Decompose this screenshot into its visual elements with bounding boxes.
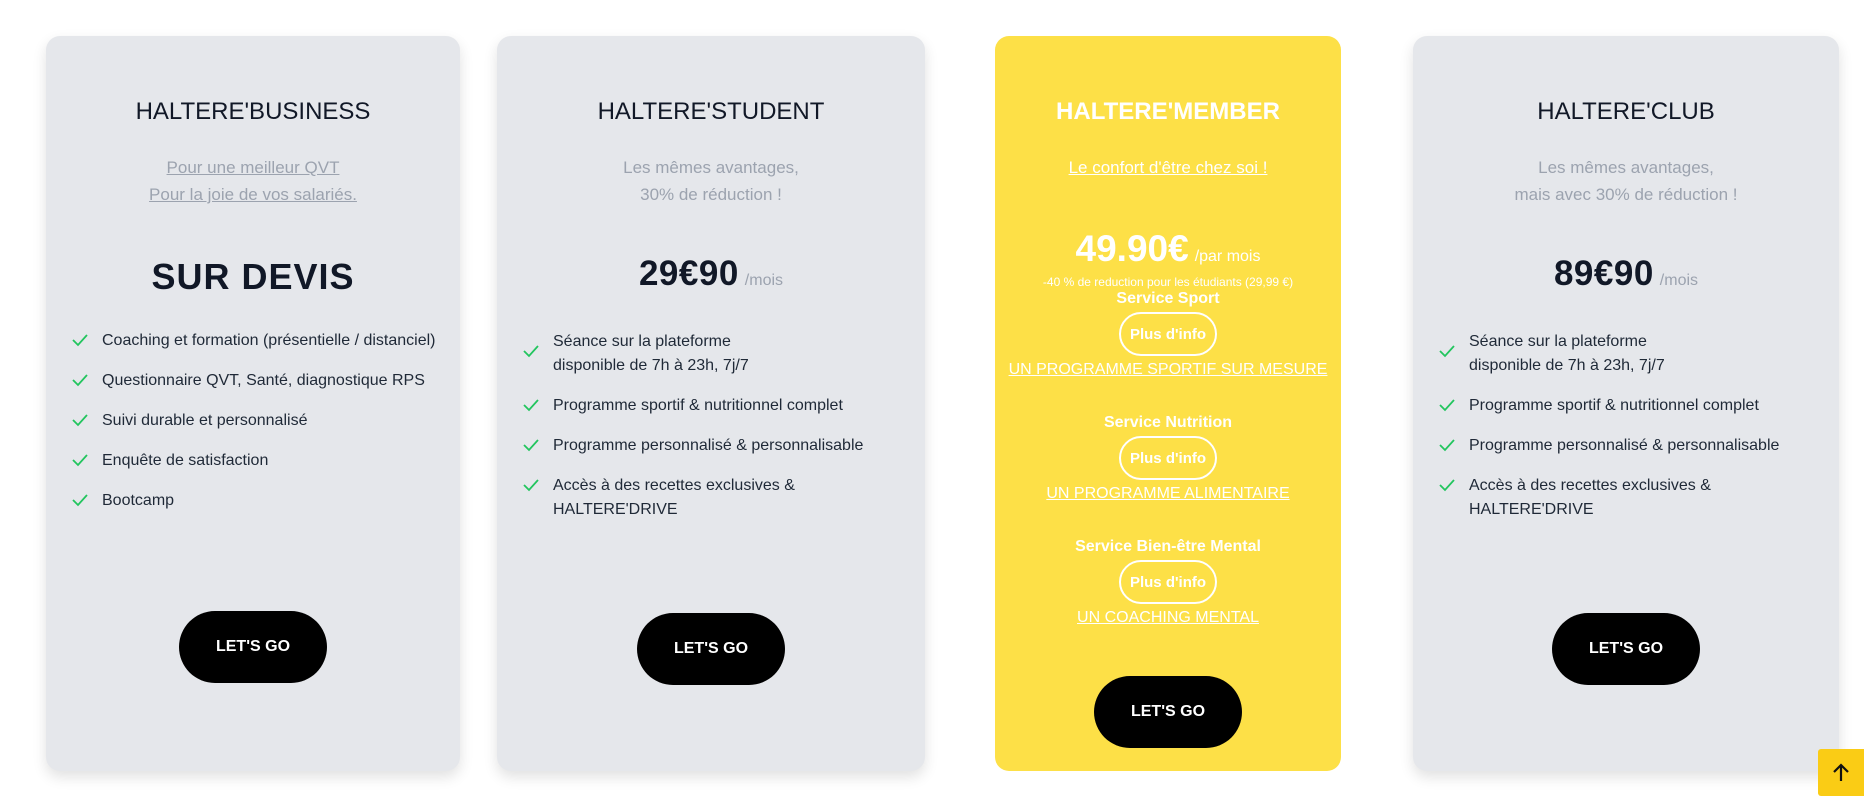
check-icon [72,414,88,427]
feature-text: Programme sportif & nutritionnel complet [553,397,843,414]
feature-text: Programme personnalisé & personnalisable [1469,437,1780,454]
subtitle-line: Les mêmes avantages, [1538,158,1714,177]
service-name: Service Nutrition [1103,414,1233,431]
service-link[interactable]: UN COACHING MENTAL [995,609,1341,627]
lets-go-button[interactable]: LET'S GO [637,613,785,685]
plan-card-student: HALTERE'STUDENT Les mêmes avantages, 30%… [497,36,925,771]
plan-card-club: HALTERE'CLUB Les mêmes avantages, mais a… [1413,36,1839,771]
feature-text: disponible de 7h à 23h, 7j/7 [1469,357,1665,374]
price-period: /mois [744,272,784,289]
check-icon [72,374,88,387]
plan-title: HALTERE'STUDENT [597,98,825,125]
price-row: 89€90/mois [1413,254,1839,294]
feature-text: Coaching et formation (présentielle / di… [102,332,436,349]
feature-text: Enquête de satisfaction [102,452,269,469]
service-name: Service Sport [1116,290,1220,307]
check-icon [523,345,539,358]
feature-item: Accès à des recettes exclusives & HALTER… [1439,474,1829,522]
plan-title: HALTERE'CLUB [1537,98,1715,125]
subtitle-line: 30% de réduction ! [640,185,782,204]
check-icon [1439,439,1455,452]
feature-text: Accès à des recettes exclusives & HALTER… [1469,477,1711,518]
plan-subtitle: Pour une meilleur QVT Pour la joie de vo… [46,154,460,208]
check-icon [523,399,539,412]
plan-price: 49.90€ [1075,228,1189,269]
back-to-top-button[interactable] [1818,749,1864,796]
feature-item: Programme sportif & nutritionnel complet [1439,394,1829,418]
student-discount-note: -40 % de reduction pour les étudiants (2… [1042,275,1294,289]
feature-text: Séance sur la plateforme [553,333,731,350]
feature-text: Programme personnalisé & personnalisable [553,437,864,454]
feature-item: Programme sportif & nutritionnel complet [523,394,915,418]
plan-title: HALTERE'BUSINESS [135,98,371,125]
feature-text: Questionnaire QVT, Santé, diagnostique R… [102,372,425,389]
feature-list: Séance sur la plateforme disponible de 7h… [523,330,915,522]
feature-text: Séance sur la plateforme [1469,333,1647,350]
feature-text: Suivi durable et personnalisé [102,412,308,429]
check-icon [72,454,88,467]
feature-item: Suivi durable et personnalisé [72,409,450,433]
feature-item: Programme personnalisé & personnalisable [1439,434,1829,458]
check-icon [1439,399,1455,412]
feature-item: Questionnaire QVT, Santé, diagnostique R… [72,369,450,393]
feature-list: Séance sur la plateforme disponible de 7h… [1439,330,1829,522]
more-info-button[interactable]: Plus d'info [1119,312,1217,356]
feature-text: Bootcamp [102,492,175,509]
service-nutrition: Service Nutrition Plus d'info UN PROGRAM… [995,414,1341,503]
subtitle-line: mais avec 30% de réduction ! [1514,185,1738,204]
service-sport: Service Sport Plus d'info UN PROGRAMME S… [995,290,1341,379]
price-period: /par mois [1194,248,1261,265]
service-mental: Service Bien-être Mental Plus d'info UN … [995,538,1341,627]
plan-title: HALTERE'MEMBER [1056,98,1280,125]
plan-price: 89€90 [1553,254,1654,293]
service-link[interactable]: UN PROGRAMME SPORTIF SUR MESURE [995,361,1341,379]
plan-subtitle: Les mêmes avantages, mais avec 30% de ré… [1413,154,1839,208]
service-link[interactable]: UN PROGRAMME ALIMENTAIRE [995,485,1341,503]
subtitle-line[interactable]: Pour la joie de vos salariés. [46,181,460,208]
more-info-button[interactable]: Plus d'info [1119,560,1217,604]
arrow-up-icon [1833,762,1849,781]
subtitle-line: Les mêmes avantages, [623,158,799,177]
feature-text: Programme sportif & nutritionnel complet [1469,397,1759,414]
feature-list: Coaching et formation (présentielle / di… [72,329,450,513]
plan-card-business: HALTERE'BUSINESS Pour une meilleur QVT P… [46,36,460,771]
check-icon [1439,345,1455,358]
feature-item: Accès à des recettes exclusives & HALTER… [523,474,915,522]
plan-price: 29€90 [638,254,739,293]
lets-go-button[interactable]: LET'S GO [179,611,327,683]
feature-text: disponible de 7h à 23h, 7j/7 [553,357,749,374]
subtitle-line[interactable]: Pour une meilleur QVT [46,154,460,181]
check-icon [1439,479,1455,492]
more-info-button[interactable]: Plus d'info [1119,436,1217,480]
lets-go-button[interactable]: LET'S GO [1094,676,1242,748]
check-icon [523,479,539,492]
check-icon [72,334,88,347]
feature-item: Séance sur la plateforme disponible de 7h… [523,330,915,378]
feature-item: Séance sur la plateforme disponible de 7h… [1439,330,1829,378]
feature-item: Bootcamp [72,489,450,513]
plan-price: SUR DEVIS [151,256,355,297]
price-period: /mois [1659,272,1699,289]
feature-item: Coaching et formation (présentielle / di… [72,329,450,353]
check-icon [72,494,88,507]
feature-item: Programme personnalisé & personnalisable [523,434,915,458]
subtitle-link[interactable]: Le confort d'être chez soi ! [995,154,1341,181]
plan-subtitle: Le confort d'être chez soi ! [995,154,1341,181]
price-row: 29€90/mois [497,254,925,294]
service-name: Service Bien-être Mental [1075,538,1261,555]
feature-item: Enquête de satisfaction [72,449,450,473]
plan-card-member: HALTERE'MEMBER Le confort d'être chez so… [995,36,1341,771]
price-row: 49.90€ /par mois [995,228,1341,270]
lets-go-button[interactable]: LET'S GO [1552,613,1700,685]
plan-subtitle: Les mêmes avantages, 30% de réduction ! [497,154,925,208]
check-icon [523,439,539,452]
feature-text: Accès à des recettes exclusives & HALTER… [553,477,795,518]
